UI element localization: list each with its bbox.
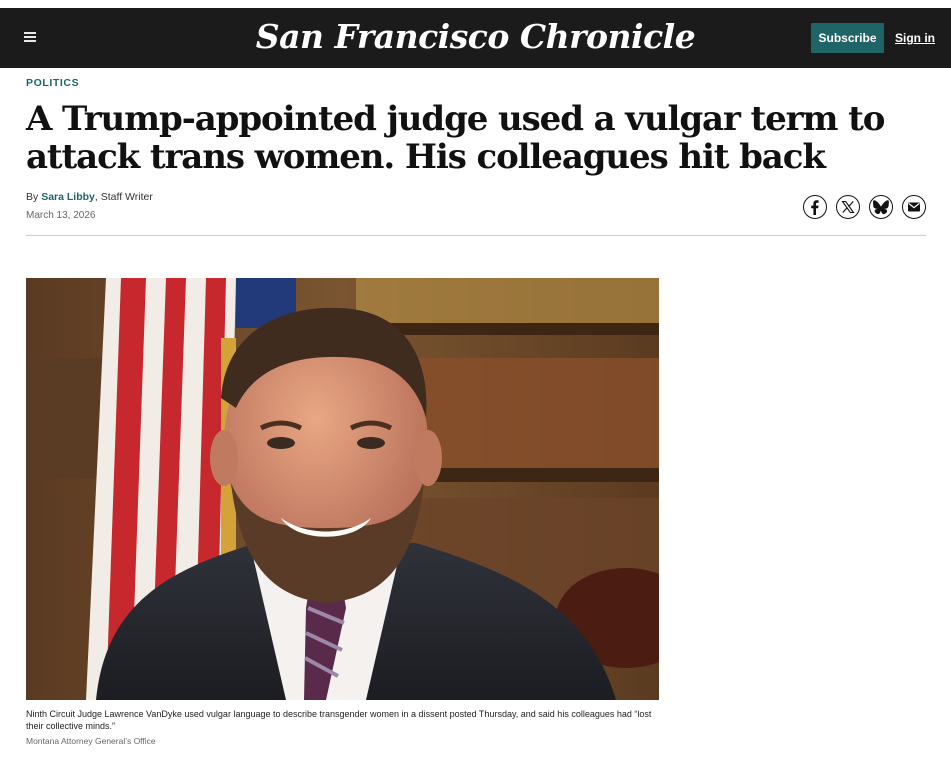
facebook-icon [811, 200, 819, 215]
photo-credit: Montana Attorney General’s Office [26, 736, 156, 746]
sign-in-link[interactable]: Sign in [895, 31, 935, 45]
site-logo: San Francisco Chronicle [0, 17, 951, 56]
byline-comma: , [94, 191, 98, 203]
section-label[interactable]: POLITICS [26, 77, 79, 89]
photo-caption: Ninth Circuit Judge Lawrence VanDyke use… [26, 709, 652, 731]
bluesky-share-button[interactable] [869, 195, 893, 219]
site-header: San Francisco Chronicle Subscribe Sign i… [0, 8, 951, 68]
author-role: Staff Writer [100, 191, 153, 203]
email-share-button[interactable] [902, 195, 926, 219]
email-icon [908, 202, 920, 212]
publish-date: March 13, 2026 [26, 210, 96, 221]
byline: By Sara Libby, Staff Writer [26, 191, 153, 203]
divider [26, 235, 926, 236]
x-icon [841, 200, 855, 214]
facebook-share-button[interactable] [803, 195, 827, 219]
bluesky-icon [873, 200, 889, 214]
hamburger-menu-icon[interactable] [22, 30, 38, 46]
x-share-button[interactable] [836, 195, 860, 219]
author-link[interactable]: Sara Libby [41, 191, 95, 203]
article-headline: A Trump-appointed judge used a vulgar te… [26, 99, 885, 177]
subscribe-button[interactable]: Subscribe [811, 23, 884, 53]
logo-link[interactable]: San Francisco Chronicle [256, 17, 696, 56]
article-photo[interactable] [26, 278, 659, 700]
judge-portrait-image [26, 278, 659, 700]
byline-prefix: By [26, 191, 39, 203]
top-spacer [0, 0, 951, 8]
